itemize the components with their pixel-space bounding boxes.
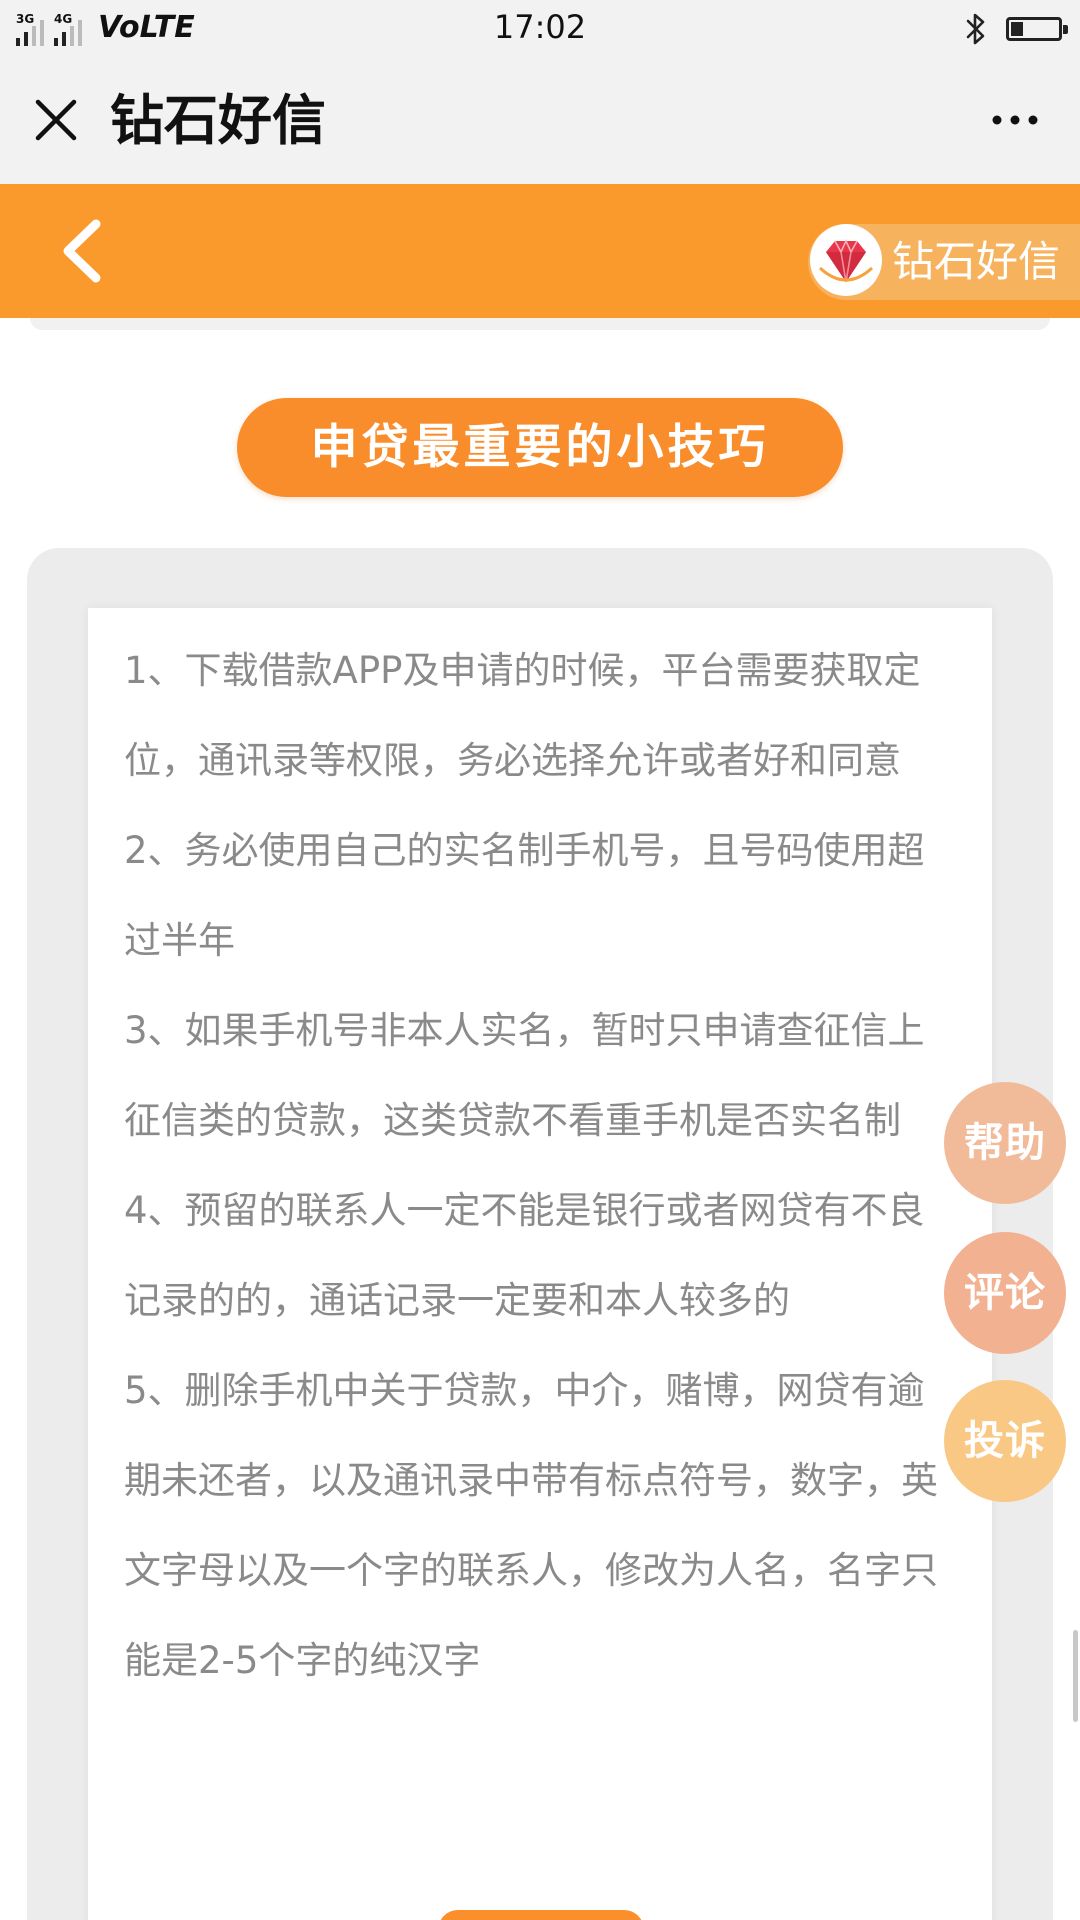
scrollbar-thumb[interactable] [1073,1630,1078,1722]
page-header: 钻石好信 [0,184,1080,318]
brand-name: 钻石好信 [892,237,1061,286]
section-title: 申贷最重要的小技巧 [237,398,843,497]
app-screen: 3G 4G VoLTE 17:02 钻石好信 钻石好信 申贷最重要的小技巧 1、… [0,0,1080,1920]
more-dots-icon [992,115,1038,125]
chevron-left-icon [63,219,101,283]
comment-button[interactable]: 评论 [944,1232,1066,1354]
back-button[interactable] [44,208,124,294]
title-bar: 钻石好信 [0,58,1080,184]
list-item: 3、如果手机号非本人实名，暂时只申请查征信上征信类的贷款，这类贷款不看重手机是否… [124,1009,925,1142]
battery-icon [1006,17,1068,41]
status-time: 17:02 [493,8,587,46]
bluetooth-icon [966,13,985,45]
report-button[interactable]: 投诉 [944,1380,1066,1502]
status-bar: 3G 4G VoLTE 17:02 [0,0,1080,58]
page-title: 钻石好信 [110,89,326,152]
status-right-icons [964,12,1068,46]
header-shadow [30,318,1050,330]
help-button[interactable]: 帮助 [944,1082,1066,1204]
close-icon [35,99,77,141]
next-section-pill[interactable] [438,1910,644,1920]
list-item: 1、下载借款APP及申请的时候，平台需要获取定位，通讯录等权限，务必选择允许或者… [124,649,921,782]
list-item: 4、预留的联系人一定不能是银行或者网贷有不良记录的的，通话记录一定要和本人较多的 [124,1189,925,1322]
diamond-logo-icon [810,224,882,296]
brand-badge: 钻石好信 [808,224,1080,300]
list-item: 2、务必使用自己的实名制手机号，且号码使用超过半年 [124,829,925,962]
list-item: 5、删除手机中关于贷款，中介，赌博，网贷有逾期未还者，以及通讯录中带有标点符号，… [124,1369,938,1682]
tips-list: 1、下载借款APP及申请的时候，平台需要获取定位，通讯录等权限，务必选择允许或者… [124,626,959,1706]
close-button[interactable] [24,88,88,152]
battery-level-fill [1011,22,1023,36]
more-options-button[interactable] [980,92,1050,148]
